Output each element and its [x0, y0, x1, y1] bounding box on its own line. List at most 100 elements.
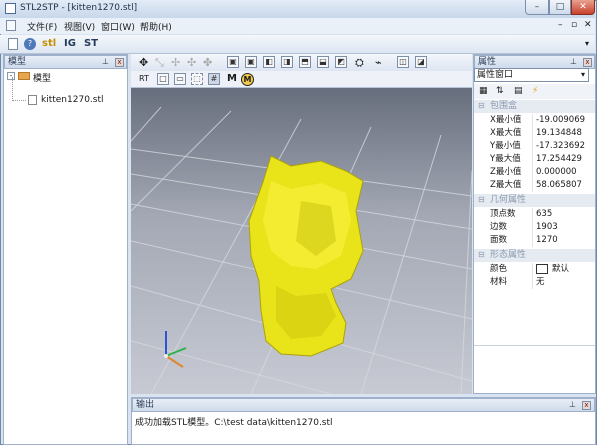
step-button[interactable]: ST — [84, 38, 98, 51]
box-select-icon[interactable]: □ — [157, 73, 169, 85]
fit-all-icon[interactable]: ✥ — [139, 56, 148, 69]
grid-toggle-icon[interactable]: # — [208, 73, 220, 85]
pin-icon[interactable]: ⊥ — [570, 56, 577, 68]
categorized-icon[interactable]: ▦ — [479, 86, 488, 96]
tree-line — [12, 100, 26, 101]
property-value: 17.254429 — [536, 154, 582, 164]
maximize-button[interactable]: □ — [549, 0, 571, 15]
pin-icon[interactable]: ⊥ — [102, 56, 109, 68]
measure-button[interactable]: M — [227, 73, 237, 84]
model-tree: - 模型 kitten1270.stl — [4, 69, 127, 444]
property-row[interactable]: 顶点数 635 — [474, 208, 595, 221]
section-bbox[interactable]: ⊟ 包围盒 — [474, 100, 595, 113]
menu-bar: 文件(F) 视图(V) 窗口(W) 帮助(H) – ▫ ✕ — [0, 18, 595, 34]
section-label: 包围盒 — [490, 101, 518, 111]
property-key: 面数 — [490, 235, 508, 245]
iges-button[interactable]: IG — [64, 38, 76, 51]
panel-close-icon[interactable]: x — [582, 401, 591, 410]
property-value: 0.000000 — [536, 167, 577, 177]
description-divider — [474, 345, 595, 346]
section-geometry[interactable]: ⊟ 几何属性 — [474, 194, 595, 207]
property-row[interactable]: Y最小值 -17.323692 — [474, 140, 595, 153]
output-panel: 输出 ⊥ x 成功加载STL模型。C:\test data\kitten1270… — [131, 397, 596, 445]
collapse-icon[interactable]: ⊟ — [478, 100, 485, 112]
section-icon[interactable]: ◪ — [415, 56, 427, 68]
property-value: 635 — [536, 209, 553, 219]
collapse-icon[interactable]: ⊟ — [478, 249, 485, 261]
property-row[interactable]: 边数 1903 — [474, 221, 595, 234]
close-button[interactable]: ✕ — [571, 0, 595, 15]
property-value: -19.009069 — [536, 115, 586, 125]
property-key: 颜色 — [490, 264, 508, 274]
panel-close-icon[interactable]: x — [583, 58, 592, 67]
view-bottom-icon[interactable]: ⬓ — [317, 56, 329, 68]
view-top-icon[interactable]: ⬒ — [299, 56, 311, 68]
tree-file-label[interactable]: kitten1270.stl — [41, 95, 104, 105]
mdi-minimize-icon[interactable]: – — [558, 20, 563, 30]
mdi-close-icon[interactable]: ✕ — [584, 20, 592, 30]
model-panel-title: 模型 — [8, 57, 27, 67]
property-key: Y最大值 — [490, 154, 521, 164]
property-row[interactable]: 颜色 默认 — [474, 263, 595, 276]
toolbar-overflow-icon[interactable]: ▾ — [585, 39, 589, 48]
property-key: 顶点数 — [490, 209, 516, 219]
property-key: X最大值 — [490, 128, 522, 138]
property-key: 材料 — [490, 277, 508, 287]
view-back-icon[interactable]: ▣ — [245, 56, 257, 68]
chevron-down-icon[interactable]: ▾ — [581, 69, 585, 81]
view-front-icon[interactable]: ▣ — [227, 56, 239, 68]
view-right-icon[interactable]: ◨ — [281, 56, 293, 68]
menu-window[interactable]: 窗口(W) — [101, 20, 135, 33]
property-window-select[interactable]: 属性窗口 ▾ — [474, 68, 589, 82]
menu-doc-icon[interactable] — [6, 20, 16, 31]
file-icon — [28, 95, 37, 105]
output-header: 输出 ⊥ x — [132, 398, 595, 412]
zoom-icon[interactable]: ✢ — [171, 56, 180, 69]
menu-help[interactable]: 帮助(H) — [140, 20, 172, 33]
shade-icon[interactable]: ⛭ — [355, 56, 364, 70]
new-file-icon[interactable] — [8, 38, 18, 50]
panel-close-icon[interactable]: x — [115, 58, 124, 67]
minimize-button[interactable]: – — [525, 0, 549, 15]
output-title: 输出 — [136, 400, 155, 410]
material-button[interactable]: M — [241, 73, 254, 86]
property-row[interactable]: Z最小值 0.000000 — [474, 166, 595, 179]
zoom-window-icon[interactable]: ⤡ — [155, 56, 164, 70]
events-icon[interactable]: ⚡ — [532, 86, 538, 96]
section-shape[interactable]: ⊟ 形态属性 — [474, 249, 595, 262]
rt-button[interactable]: RT — [139, 74, 149, 83]
sort-alpha-icon[interactable]: ⇅ — [496, 86, 504, 96]
collapse-icon[interactable]: - — [7, 72, 15, 80]
hidden-line-icon[interactable]: ◫ — [397, 56, 409, 68]
folder-icon — [18, 72, 30, 80]
view-left-icon[interactable]: ◧ — [263, 56, 275, 68]
bbox-icon[interactable]: ⬚ — [191, 73, 203, 85]
stl-button[interactable]: stl — [42, 38, 56, 51]
mdi-restore-icon[interactable]: ▫ — [571, 20, 577, 30]
tree-root-label[interactable]: 模型 — [33, 71, 51, 84]
properties-icon[interactable]: ▤ — [514, 86, 523, 96]
property-row[interactable]: X最小值 -19.009069 — [474, 114, 595, 127]
app-icon — [5, 3, 16, 14]
collapse-icon[interactable]: ⊟ — [478, 194, 485, 206]
menu-view[interactable]: 视图(V) — [64, 20, 95, 33]
3d-viewport[interactable] — [131, 71, 472, 394]
rotate-icon[interactable]: ✤ — [203, 56, 212, 69]
property-row[interactable]: X最大值 19.134848 — [474, 127, 595, 140]
property-value: 默认 — [552, 264, 570, 274]
property-row[interactable]: Z最大值 58.065807 — [474, 179, 595, 192]
pin-icon[interactable]: ⊥ — [569, 399, 576, 411]
property-value: 无 — [536, 277, 545, 287]
color-swatch[interactable] — [536, 264, 548, 274]
property-row[interactable]: 面数 1270 — [474, 234, 595, 247]
menu-file[interactable]: 文件(F) — [27, 20, 57, 33]
view-iso-icon[interactable]: ◩ — [335, 56, 347, 68]
property-row[interactable]: 材料 无 — [474, 276, 595, 289]
frame-icon[interactable]: ▭ — [174, 73, 186, 85]
property-key: Z最小值 — [490, 167, 522, 177]
help-icon[interactable]: ? — [24, 38, 36, 50]
wireframe-icon[interactable]: ⌁ — [375, 56, 382, 69]
pan-icon[interactable]: ✣ — [187, 56, 196, 69]
model-panel: 模型 ⊥ x - 模型 kitten1270.stl — [3, 54, 128, 445]
property-row[interactable]: Y最大值 17.254429 — [474, 153, 595, 166]
